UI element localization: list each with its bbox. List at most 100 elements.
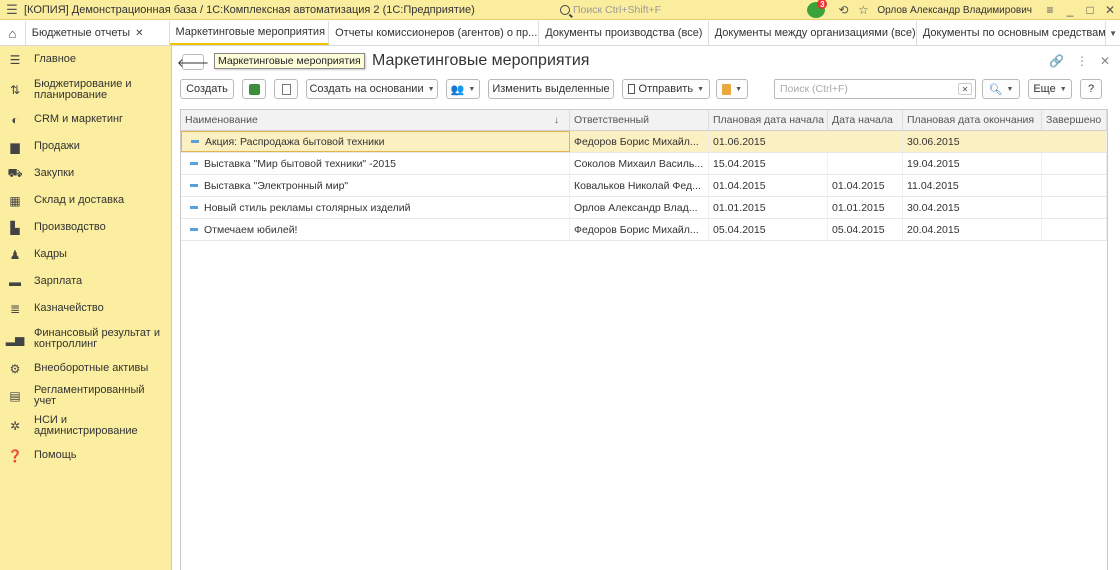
- dropdown-icon: ▼: [697, 85, 704, 93]
- sidebar-item-label: Кадры: [34, 248, 67, 260]
- crm-icon: ◐: [11, 112, 19, 127]
- sections-sidebar: ☰ Главное ⇅ Бюджетирование и планирование …: [0, 46, 172, 570]
- home-tab-icon[interactable]: ⌂: [0, 21, 26, 45]
- main-menu-icon[interactable]: ☰: [0, 0, 24, 20]
- help-button[interactable]: ?: [1080, 79, 1102, 99]
- sidebar-item-label: Производство: [34, 221, 106, 233]
- maximize-icon[interactable]: □: [1080, 0, 1100, 20]
- notification-badge: 3: [817, 0, 828, 9]
- minimize-icon[interactable]: _: [1060, 0, 1080, 20]
- sidebar-item-salary[interactable]: ▬ Зарплата: [0, 268, 171, 295]
- more-actions-icon[interactable]: ⋮: [1076, 54, 1088, 68]
- cell-start: 01.04.2015: [828, 175, 903, 196]
- sidebar-item-administration[interactable]: ✲ НСИ и администрирование: [0, 409, 171, 442]
- dropdown-icon: ▼: [735, 85, 742, 93]
- history-icon[interactable]: ⟲: [833, 0, 853, 20]
- tabs-dropdown-icon[interactable]: ▼: [1106, 21, 1120, 45]
- tab-budget-reports[interactable]: Бюджетные отчеты ✕: [26, 21, 170, 45]
- clear-search-icon[interactable]: ✕: [958, 83, 972, 95]
- copy-icon: [248, 83, 260, 95]
- sidebar-item-label: Регламентированный учет: [34, 383, 145, 407]
- column-header-name[interactable]: Наименование ↓: [181, 110, 570, 130]
- cell-completed: [1042, 175, 1107, 196]
- tab-fixed-asset-documents[interactable]: Документы по основным средствам✕: [917, 21, 1107, 45]
- tab-label: Документы по основным средствам: [922, 27, 1106, 39]
- create-button[interactable]: Создать: [180, 79, 234, 99]
- cell-planned-end: 20.04.2015: [903, 219, 1042, 240]
- send-button[interactable]: Отправить ▼: [622, 79, 710, 99]
- cell-responsible: Федоров Борис Михайл...: [570, 131, 709, 152]
- create-based-on-label: Создать на основании: [309, 83, 424, 95]
- settings-menu-icon[interactable]: ≡: [1040, 0, 1060, 20]
- sidebar-item-sales[interactable]: ▆ Продажи: [0, 133, 171, 160]
- cell-completed: [1042, 153, 1107, 174]
- dropdown-icon: ▼: [1006, 85, 1014, 93]
- tab-production-documents[interactable]: Документы производства (все)✕: [539, 21, 709, 45]
- back-button[interactable]: 🡐: [177, 54, 209, 70]
- sidebar-item-main[interactable]: ☰ Главное: [0, 46, 171, 73]
- mail-icon: [628, 84, 635, 94]
- search-placeholder: Поиск (Ctrl+F): [780, 83, 848, 95]
- list-search-input[interactable]: Поиск (Ctrl+F) ✕: [774, 79, 976, 99]
- tab-marketing-events[interactable]: Маркетинговые мероприятия✕: [169, 21, 330, 45]
- column-header-start[interactable]: Дата начала: [828, 110, 903, 130]
- sidebar-item-warehouse[interactable]: ▦ Склад и доставка: [0, 187, 171, 214]
- sidebar-item-regulated-accounting[interactable]: ▤ Регламентированный учет: [0, 382, 171, 409]
- assets-icon: ⚙: [9, 361, 21, 376]
- sales-icon: ▆: [10, 139, 20, 154]
- title-bar: ☰ [КОПИЯ] Демонстрационная база / 1С:Ком…: [0, 0, 1120, 20]
- cell-name: Новый стиль рекламы столярных изделий: [181, 197, 570, 218]
- cell-name: Акция: Распродажа бытовой техники: [181, 131, 570, 152]
- column-header-completed[interactable]: Завершено: [1042, 110, 1107, 130]
- sort-down-icon: ↓: [554, 114, 559, 126]
- close-window-icon[interactable]: ✕: [1100, 0, 1120, 20]
- form-toolbar: Создать Создать на основании ▼ 👥 ▼ Изменит…: [180, 79, 1110, 101]
- cell-start: 05.04.2015: [828, 219, 903, 240]
- close-tab-icon[interactable]: ✕: [135, 28, 143, 39]
- sidebar-item-label: Главное: [34, 53, 77, 65]
- sidebar-item-crm[interactable]: ◐ CRM и маркетинг: [0, 106, 171, 133]
- sidebar-item-help[interactable]: ❓ Помощь: [0, 442, 171, 469]
- sidebar-item-treasury[interactable]: ≣ Казначейство: [0, 295, 171, 322]
- cell-planned-end: 19.04.2015: [903, 153, 1042, 174]
- table-row[interactable]: Акция: Распродажа бытовой техники Федоро…: [181, 131, 1107, 153]
- create-based-on-button[interactable]: Создать на основании ▼: [306, 79, 438, 99]
- column-header-planned-end[interactable]: Плановая дата окончания: [903, 110, 1042, 130]
- cell-responsible: Ковальков Николай Фед...: [570, 175, 709, 196]
- edit-selected-button[interactable]: Изменить выделенные: [488, 79, 614, 99]
- table-row[interactable]: Новый стиль рекламы столярных изделий Ор…: [181, 197, 1107, 219]
- link-icon[interactable]: 🔗: [1049, 54, 1064, 68]
- search-button[interactable]: 🔍︎ ▼: [982, 79, 1020, 99]
- print-button[interactable]: ▼: [716, 79, 748, 99]
- column-header-responsible[interactable]: Ответственный: [570, 110, 709, 130]
- close-form-icon[interactable]: ✕: [1100, 54, 1110, 68]
- global-search-input[interactable]: Поиск Ctrl+Shift+F: [560, 3, 790, 17]
- sidebar-item-financial-result[interactable]: ▂▅ Финансовый результат и контроллинг: [0, 322, 171, 355]
- tab-commission-reports[interactable]: Отчеты комиссионеров (агентов) о пр...✕: [329, 21, 540, 45]
- cell-completed: [1042, 131, 1107, 152]
- sidebar-item-production[interactable]: ▙ Производство: [0, 214, 171, 241]
- table-row[interactable]: Выставка "Электронный мир" Ковальков Ник…: [181, 175, 1107, 197]
- sidebar-item-noncurrent-assets[interactable]: ⚙ Внеоборотные активы: [0, 355, 171, 382]
- column-header-planned-start[interactable]: Плановая дата начала: [709, 110, 828, 130]
- current-user[interactable]: Орлов Александр Владимирович: [877, 5, 1032, 16]
- participants-button[interactable]: 👥 ▼: [446, 79, 480, 99]
- notifications-icon[interactable]: 3: [807, 0, 828, 18]
- tab-label: Документы производства (все): [545, 27, 703, 39]
- column-label: Наименование: [185, 114, 258, 126]
- list-button[interactable]: [274, 79, 298, 99]
- copy-button[interactable]: [242, 79, 266, 99]
- more-button[interactable]: Еще ▼: [1028, 79, 1072, 99]
- table-row[interactable]: Отмечаем юбилей! Федоров Борис Михайл...…: [181, 219, 1107, 241]
- sidebar-item-budgeting[interactable]: ⇅ Бюджетирование и планирование: [0, 73, 171, 106]
- tab-intercompany-documents[interactable]: Документы между организациями (все)✕: [709, 21, 917, 45]
- sidebar-item-purchases[interactable]: ⛟ Закупки: [0, 160, 171, 187]
- cell-completed: [1042, 219, 1107, 240]
- salary-icon: ▬: [9, 274, 21, 289]
- name-text: Выставка "Мир бытовой техники" -2015: [204, 157, 396, 170]
- table-row[interactable]: Выставка "Мир бытовой техники" -2015 Сок…: [181, 153, 1107, 175]
- sidebar-item-label: Внеоборотные активы: [34, 362, 149, 374]
- favorites-star-icon[interactable]: ☆: [853, 0, 873, 20]
- name-text: Выставка "Электронный мир": [204, 179, 349, 192]
- sidebar-item-hr[interactable]: ♟ Кадры: [0, 241, 171, 268]
